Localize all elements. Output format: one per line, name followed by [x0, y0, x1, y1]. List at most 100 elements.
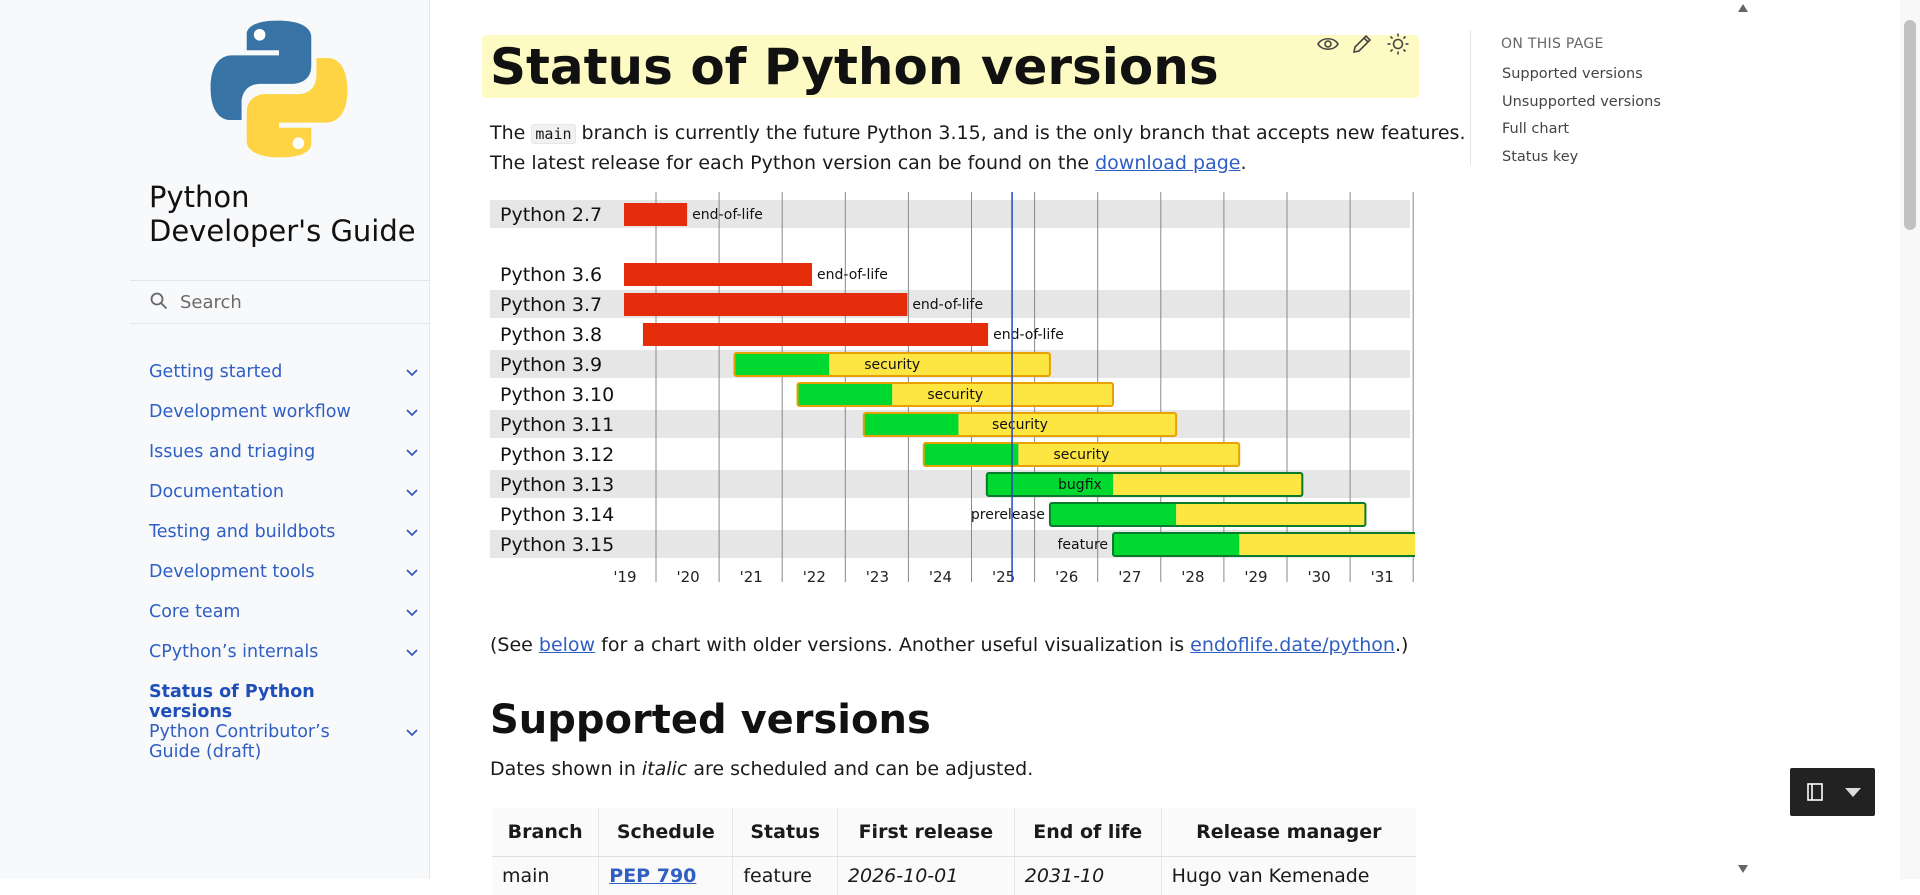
chevron-down-icon[interactable] [405, 405, 419, 419]
x-tick-label: '20 [676, 568, 699, 586]
eol-bar [624, 203, 687, 226]
bugfix-segment [864, 413, 959, 436]
version-label: Python 3.6 [500, 264, 602, 286]
version-label: Python 3.13 [500, 474, 614, 496]
search-icon [150, 292, 168, 310]
x-tick-label: '22 [803, 568, 826, 586]
below-link[interactable]: below [539, 634, 595, 656]
sidebar-item[interactable]: Testing and buildbots [149, 522, 419, 542]
italic-word: italic [642, 758, 687, 780]
endoflife-link[interactable]: endoflife.date/python [1190, 634, 1395, 656]
toc-title: ON THIS PAGE [1501, 36, 1604, 52]
see-below-paragraph: (See below for a chart with older versio… [490, 633, 1408, 657]
note-text: Dates shown in [490, 758, 642, 780]
status-label: end-of-life [993, 327, 1064, 343]
version-label: Python 3.8 [500, 324, 602, 346]
status-label: end-of-life [692, 207, 763, 223]
table-cell[interactable]: PEP 790 [599, 857, 733, 895]
sidebar-item[interactable]: Getting started [149, 362, 419, 382]
sidebar-item-label: Documentation [149, 482, 379, 502]
version-label: Python 3.11 [500, 414, 614, 436]
chevron-down-icon[interactable] [405, 725, 419, 739]
x-tick-label: '19 [613, 568, 636, 586]
chevron-down-icon[interactable] [405, 365, 419, 379]
toc-item-status-key[interactable]: Status key [1502, 149, 1578, 165]
book-icon [1807, 783, 1823, 801]
table-header-cell: Release manager [1161, 808, 1416, 857]
search-box[interactable] [130, 280, 430, 324]
table-cell: 2026-10-01 [837, 857, 1014, 895]
page-scrollbar[interactable] [1900, 0, 1920, 879]
table-cell: main [492, 857, 599, 895]
python-logo[interactable] [208, 18, 350, 160]
version-label: Python 3.15 [500, 534, 614, 556]
status-label: feature [1057, 537, 1108, 553]
main-branch-code: main [531, 124, 575, 144]
status-label: security [864, 357, 920, 373]
toc-item-supported[interactable]: Supported versions [1502, 66, 1643, 82]
x-tick-label: '24 [929, 568, 952, 586]
bugfix-segment [1050, 503, 1176, 526]
see-text: .) [1395, 634, 1408, 656]
chevron-down-icon[interactable] [405, 565, 419, 579]
sidebar-item[interactable]: CPython’s internals [149, 642, 419, 662]
sidebar: Python Developer's Guide Getting started… [0, 0, 430, 879]
chevron-down-icon[interactable] [405, 485, 419, 499]
bugfix-segment [924, 443, 1019, 466]
chevron-down-icon[interactable] [405, 645, 419, 659]
intro-text: branch is currently the future Python 3.… [576, 122, 1466, 144]
table-body: mainPEP 790feature2026-10-012031-10Hugo … [492, 857, 1416, 895]
intro-text: The [490, 122, 531, 144]
chart-svg: Python 2.7Python 3.6Python 3.7Python 3.8… [490, 190, 1415, 590]
version-label: Python 3.7 [500, 294, 602, 316]
scrollbar-thumb[interactable] [1904, 20, 1916, 230]
table-cell: feature [733, 857, 838, 895]
sidebar-item[interactable]: Development workflow [149, 402, 419, 422]
sidebar-item-label: Status of Python versions [149, 682, 379, 722]
scroll-down-arrow-icon[interactable] [1737, 864, 1749, 874]
chevron-down-icon[interactable] [405, 525, 419, 539]
table-cell: 2031-10 [1014, 857, 1161, 895]
download-page-link[interactable]: download page [1095, 152, 1240, 174]
intro-text: The latest release for each Python versi… [490, 152, 1095, 174]
intro-paragraph-2: The latest release for each Python versi… [490, 151, 1247, 175]
security-segment [1113, 473, 1302, 496]
sidebar-item-label: Python Contributor’s Guide (draft) [149, 722, 379, 762]
table-header-cell: Status [733, 808, 838, 857]
x-tick-label: '21 [740, 568, 763, 586]
x-tick-label: '23 [866, 568, 889, 586]
eol-bar [624, 293, 907, 316]
sidebar-item[interactable]: Status of Python versions [149, 682, 419, 722]
x-tick-label: '29 [1244, 568, 1267, 586]
sidebar-item[interactable]: Documentation [149, 482, 419, 502]
table-header-cell: Schedule [599, 808, 733, 857]
toc-item-unsupported[interactable]: Unsupported versions [1502, 94, 1661, 110]
bugfix-segment [798, 383, 893, 406]
x-tick-label: '31 [1371, 568, 1394, 586]
supported-versions-table: BranchScheduleStatusFirst releaseEnd of … [492, 808, 1416, 895]
security-segment [829, 353, 1050, 376]
sidebar-item-label: Core team [149, 602, 379, 622]
status-label: bugfix [1058, 477, 1102, 493]
version-label: Python 3.14 [500, 504, 614, 526]
sidebar-item-label: Issues and triaging [149, 442, 379, 462]
theme-toggle-icon[interactable] [1386, 32, 1410, 56]
chevron-down-icon[interactable] [405, 445, 419, 459]
toc-item-full-chart[interactable]: Full chart [1502, 121, 1569, 137]
sidebar-item[interactable]: Python Contributor’s Guide (draft) [149, 722, 419, 762]
sidebar-item[interactable]: Issues and triaging [149, 442, 419, 462]
site-title[interactable]: Python Developer's Guide [149, 180, 429, 248]
table-cell: Hugo van Kemenade [1161, 857, 1416, 895]
version-label: Python 3.9 [500, 354, 602, 376]
search-input[interactable] [178, 289, 412, 315]
chevron-down-icon[interactable] [405, 605, 419, 619]
view-source-icon[interactable] [1316, 32, 1340, 56]
x-tick-label: '30 [1307, 568, 1330, 586]
table-header-cell: First release [837, 808, 1014, 857]
sidebar-item[interactable]: Development tools [149, 562, 419, 582]
readthedocs-flyout[interactable] [1790, 768, 1875, 816]
table-header-cell: Branch [492, 808, 599, 857]
sidebar-item[interactable]: Core team [149, 602, 419, 622]
edit-icon[interactable] [1350, 32, 1374, 56]
scroll-up-arrow-icon[interactable] [1737, 3, 1749, 13]
